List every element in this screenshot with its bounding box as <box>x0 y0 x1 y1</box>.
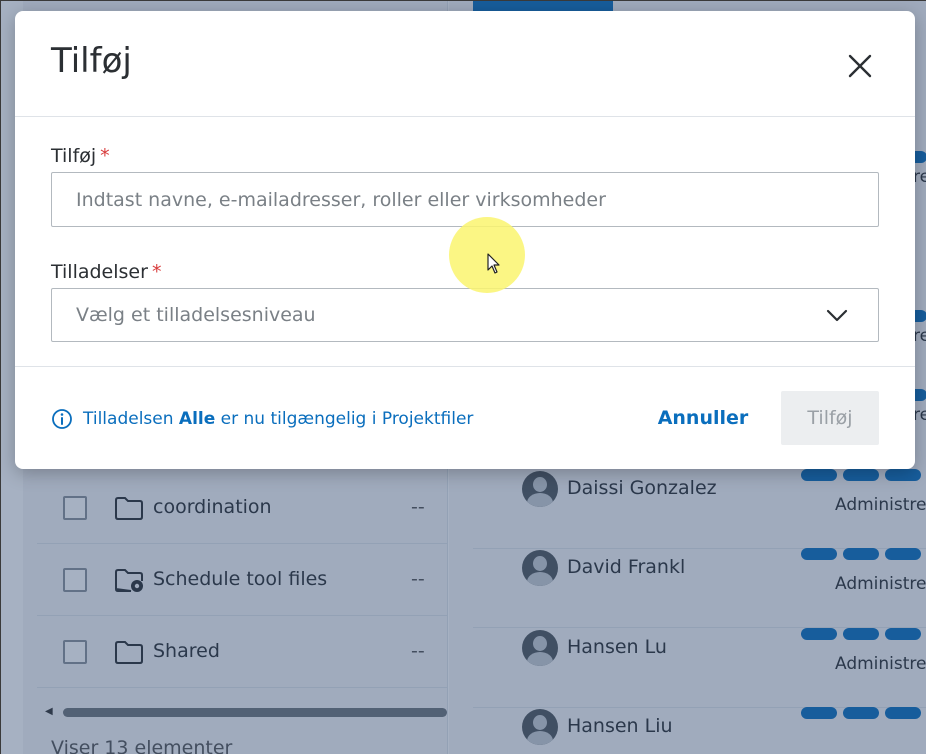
add-field-label-text: Tilføj <box>51 145 97 167</box>
permissions-select[interactable]: Vælg et tilladelsesniveau <box>51 288 879 342</box>
required-mark: * <box>151 261 162 283</box>
info-text-prefix: Tilladelsen <box>83 409 179 429</box>
info-icon <box>52 409 72 429</box>
close-icon[interactable] <box>845 51 875 81</box>
info-message: Tilladelsen Alle er nu tilgængelig i Pro… <box>51 407 473 431</box>
info-text-suffix: er nu tilgængelig i Projektfiler <box>215 409 474 429</box>
add-search-input[interactable] <box>51 172 879 227</box>
permissions-field-label: Tilladelser * <box>51 261 161 283</box>
add-field-label: Tilføj * <box>51 145 110 167</box>
chevron-down-icon <box>826 309 848 322</box>
footer-divider <box>15 366 915 367</box>
permissions-field-label-text: Tilladelser <box>51 261 148 283</box>
required-mark: * <box>100 145 110 167</box>
submit-add-button[interactable]: Tilføj <box>781 391 879 445</box>
dialog-title: Tilføj <box>51 41 132 81</box>
header-divider <box>15 116 915 117</box>
mouse-pointer-icon <box>487 253 500 274</box>
permissions-select-placeholder: Vælg et tilladelsesniveau <box>76 304 316 326</box>
cancel-button[interactable]: Annuller <box>649 391 757 445</box>
info-text-highlight: Alle <box>178 409 216 429</box>
